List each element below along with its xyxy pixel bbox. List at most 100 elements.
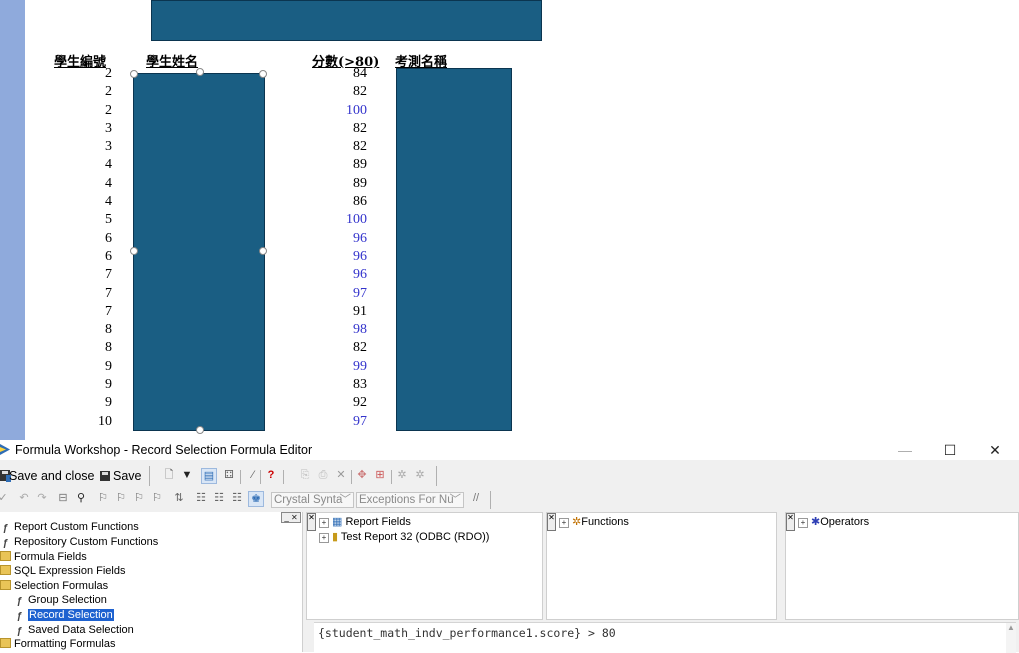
score-cell: 97 — [353, 285, 367, 301]
comment-button[interactable]: // — [469, 491, 483, 505]
student-id-cell: 4 — [105, 157, 112, 173]
properties-icon[interactable]: ⚃ — [222, 468, 236, 482]
student-id-cell: 7 — [105, 267, 112, 283]
tree-item-label: Report Custom Functions — [14, 521, 139, 533]
tree-item-formatting-formulas[interactable]: Formatting Formulas — [0, 637, 115, 651]
tree-item-repository-custom-functions[interactable]: ƒ Repository Custom Functions — [0, 535, 159, 549]
score-cell: 91 — [353, 303, 367, 319]
toggle-tree-icon[interactable]: ▤ — [201, 468, 217, 484]
student-id-cell: 9 — [105, 377, 112, 393]
resize-handle[interactable] — [196, 426, 204, 434]
folder-icon — [0, 551, 11, 561]
resize-handle[interactable] — [259, 70, 267, 78]
student-id-cell: 2 — [105, 84, 112, 100]
tree-item-selection-formulas[interactable]: Selection Formulas — [0, 579, 108, 593]
sort-tree-icon[interactable]: ⇅ — [172, 491, 186, 505]
editor-scrollbar[interactable]: ▲ — [1006, 623, 1016, 653]
student-id-cell: 4 — [105, 194, 112, 210]
resize-handle[interactable] — [130, 70, 138, 78]
student-id-cell: 4 — [105, 175, 112, 191]
score-cell: 96 — [353, 230, 367, 246]
undo-icon[interactable]: ↶ — [17, 491, 31, 505]
database-icon: ▮ — [332, 531, 341, 543]
tree-item-formula-fields[interactable]: Formula Fields — [0, 550, 87, 564]
pane-close-icon[interactable]: ✕ — [786, 513, 795, 531]
new-dropdown-chevron-icon[interactable]: ▼ — [180, 468, 194, 482]
save-button[interactable]: Save — [113, 469, 142, 483]
pane-close-icon[interactable]: _ ✕ — [281, 512, 301, 523]
student-id-cell: 7 — [105, 303, 112, 319]
redo-icon[interactable]: ↷ — [35, 491, 49, 505]
show-fields-icon[interactable]: ☷ — [194, 491, 208, 505]
tree-item-saved-data-selection[interactable]: ƒ Saved Data Selection — [14, 623, 134, 637]
expand-icon[interactable]: + — [319, 533, 329, 543]
fields-item-report-fields[interactable]: + ▦ Report Fields — [319, 515, 411, 529]
rename-icon[interactable]: ⎙ — [316, 468, 330, 482]
bookmark-clear-icon[interactable]: ⚐ — [150, 491, 164, 505]
check-icon[interactable]: ✓ — [0, 491, 10, 505]
main-toolbar: Save and close Save 🗋 ▼ ▤ ⚃ ⁄ ? ⎘ ⎙ ✕ ✥ … — [0, 464, 1019, 488]
browse-icon[interactable]: ⊞ — [373, 468, 387, 482]
redacted-student-names[interactable] — [133, 73, 265, 431]
close-button[interactable]: ✕ — [972, 440, 1018, 460]
student-id-cell: 9 — [105, 395, 112, 411]
redacted-exam-names[interactable] — [396, 68, 512, 431]
student-id-cell: 3 — [105, 120, 112, 136]
null-handling-select[interactable]: Exceptions For Nu ﹀ — [356, 492, 464, 508]
show-operators-icon[interactable]: ☷ — [230, 491, 244, 505]
bookmark-next-icon[interactable]: ⚐ — [114, 491, 128, 505]
expand-icon[interactable]: + — [319, 518, 329, 528]
expand-icon[interactable]: + — [559, 518, 569, 528]
score-cell: 84 — [353, 66, 367, 81]
crystal-app-icon — [0, 444, 10, 455]
formula-text-editor[interactable]: {student_math_indv_performance1.score} >… — [314, 622, 1016, 653]
title-bar[interactable]: Formula Workshop - Record Selection Form… — [0, 440, 1019, 460]
show-functions-icon[interactable]: ☷ — [212, 491, 226, 505]
resize-handle[interactable] — [130, 247, 138, 255]
browse-data-icon[interactable]: ⊟ — [56, 491, 70, 505]
wand-icon[interactable]: ⁄ — [246, 468, 260, 482]
functions-gear-icon: ✲ — [572, 516, 582, 528]
score-cell: 98 — [353, 322, 367, 338]
new-formula-icon[interactable]: 🗋 — [162, 468, 176, 482]
pane-close-icon[interactable]: ✕ — [547, 513, 556, 531]
tree-item-sql-expression-fields[interactable]: SQL Expression Fields — [0, 564, 125, 578]
score-cell: 89 — [353, 175, 367, 191]
score-column: 84 82 100 82 82 89 89 86 100 96 96 96 97 91 98 82 99 83 92… — [320, 65, 367, 431]
copy-icon[interactable]: ⎘ — [298, 468, 312, 482]
tree-item-group-selection[interactable]: ƒ Group Selection — [14, 593, 107, 607]
fields-item-test-report[interactable]: + ▮ Test Report 32 (ODBC (RDO)) — [319, 530, 489, 544]
formula-expert-icon[interactable]: ♚ — [248, 491, 264, 507]
score-cell: 96 — [353, 248, 367, 264]
operators-root-item[interactable]: + ✱Operators — [798, 515, 869, 529]
delete-icon[interactable]: ✕ — [334, 468, 348, 482]
resize-handle[interactable] — [196, 68, 204, 76]
column-header-student-name[interactable]: 學生姓名 — [146, 51, 198, 70]
score-cell: 100 — [346, 102, 367, 118]
functions-root-item[interactable]: + ✲Functions — [559, 515, 629, 529]
folder-icon — [0, 638, 11, 648]
expand-icon[interactable]: ✥ — [355, 468, 369, 482]
bookmark-prev-icon[interactable]: ⚐ — [132, 491, 146, 505]
add-to-report-icon[interactable]: ✲ — [413, 468, 427, 482]
syntax-select[interactable]: Crystal Synta ﹀ — [271, 492, 354, 508]
expand-icon[interactable]: + — [798, 518, 808, 528]
help-icon[interactable]: ? — [264, 468, 278, 482]
add-to-repository-icon[interactable]: ✲ — [395, 468, 409, 482]
find-icon[interactable]: ⚲ — [74, 491, 88, 505]
syntax-select-value: Crystal Synta — [274, 494, 343, 506]
resize-handle[interactable] — [259, 247, 267, 255]
minimize-button[interactable]: — — [882, 440, 928, 460]
tree-item-report-custom-functions[interactable]: ƒ Report Custom Functions — [0, 520, 139, 534]
pane-close-icon[interactable]: ✕ — [307, 513, 316, 531]
bookmark-toggle-icon[interactable]: ⚐ — [96, 491, 110, 505]
maximize-button[interactable]: ☐ — [927, 440, 973, 460]
tree-item-label: Repository Custom Functions — [14, 536, 159, 548]
tree-item-record-selection[interactable]: ƒ Record Selection — [14, 608, 114, 622]
save-and-close-button[interactable]: Save and close — [9, 469, 94, 483]
operators-icon: ✱ — [811, 516, 821, 528]
formula-text[interactable]: {student_math_indv_performance1.score} >… — [318, 626, 616, 640]
score-cell: 99 — [353, 358, 367, 374]
score-cell: 86 — [353, 194, 367, 210]
tree-item-label: Record Selection — [28, 609, 114, 621]
